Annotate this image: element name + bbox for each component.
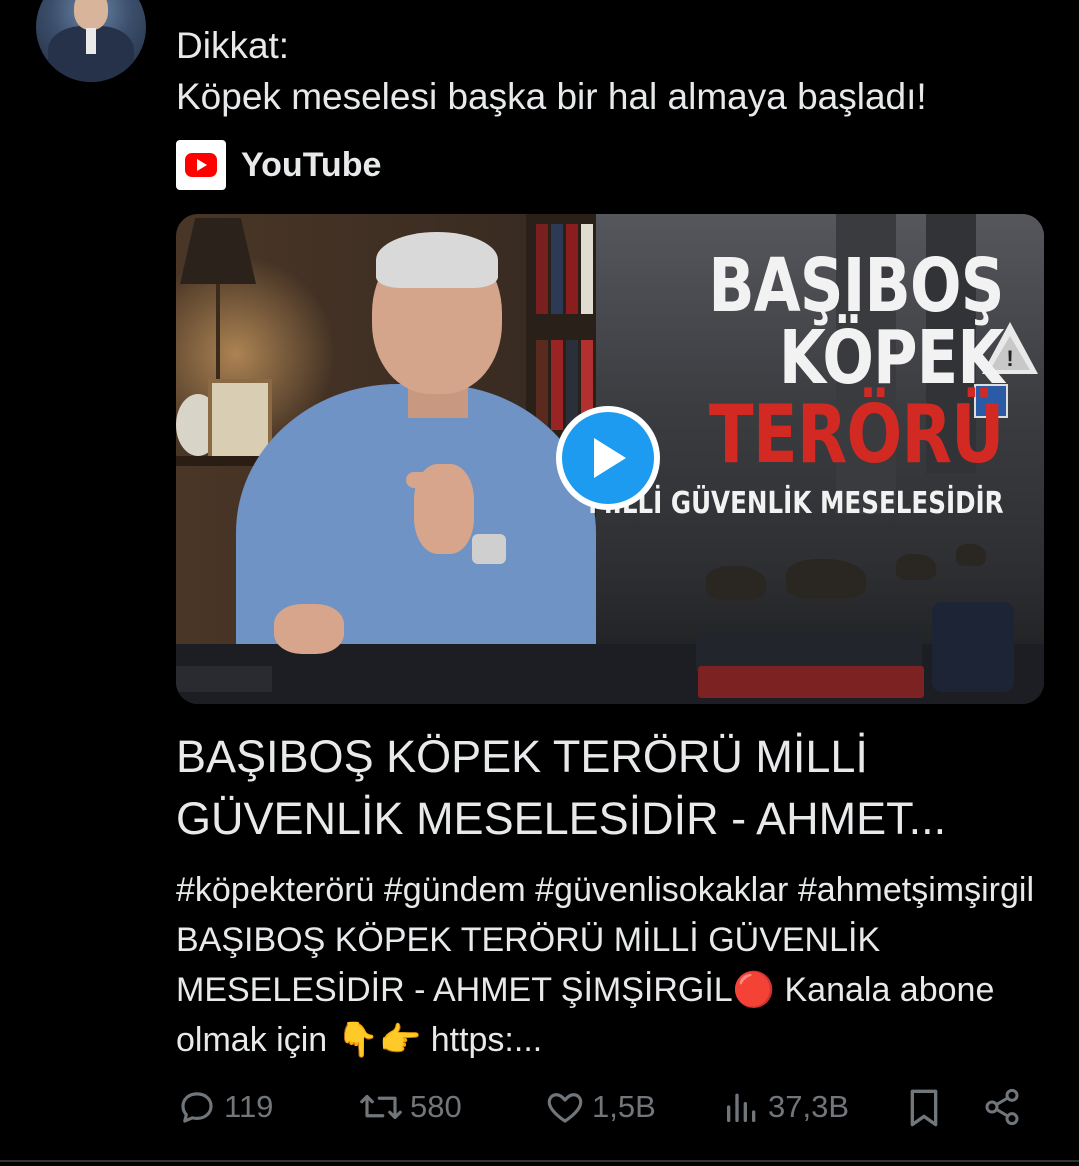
dog-silhouette [956,544,986,566]
video-thumbnail[interactable]: ! BAŞIBOŞ KÖPEK TERÖRÜ MİLLİ GÜVENLİK ME… [176,214,1044,704]
repost-button[interactable]: 580 [358,1086,462,1128]
youtube-icon [176,140,226,190]
tweet-text: Dikkat: Köpek meselesi başka bir hal alm… [176,25,927,117]
views-count: 37,3B [768,1089,850,1124]
card-title[interactable]: BAŞIBOŞ KÖPEK TERÖRÜ MİLLİ GÜVENLİK MESE… [176,726,1036,850]
watch [472,534,506,564]
presenter-hair [376,232,498,288]
heart-icon [547,1093,583,1123]
lamp-shade [180,218,256,284]
reply-icon [181,1092,213,1123]
play-button[interactable] [556,406,660,510]
notebook [176,666,272,692]
presenter-finger [406,472,462,488]
card-source[interactable]: YouTube [176,140,381,190]
dog-silhouette [706,566,766,600]
repost-icon [360,1094,402,1120]
desk-book [698,666,924,698]
play-icon [562,412,654,504]
reply-count: 119 [224,1089,274,1124]
bookmark-button[interactable] [904,1086,944,1130]
card-description: #köpekterörü #gündem #güvenlisokaklar #a… [176,871,1035,1059]
like-count: 1,5B [592,1089,656,1124]
avatar[interactable] [36,0,146,82]
share-button[interactable] [982,1086,1022,1128]
thumbnail-line-2: KÖPEK [779,315,1005,401]
bookmark-icon [910,1089,938,1127]
action-bar: 119 580 1,5B 37,3B [176,1086,1026,1136]
dog-silhouette [896,554,936,580]
share-icon [985,1088,1019,1126]
source-name: YouTube [241,145,382,184]
like-button[interactable]: 1,5B [544,1086,656,1128]
views-icon [727,1093,756,1122]
views-button[interactable]: 37,3B [722,1086,849,1128]
reply-button[interactable]: 119 [176,1086,273,1128]
avatar-tie [86,28,96,54]
thumbnail-line-4: MİLLİ GÜVENLİK MESELESİDİR [588,486,1004,521]
thumbnail-line-1: BAŞIBOŞ [708,243,1005,329]
divider [0,1160,1079,1162]
mug [932,602,1014,692]
dog-silhouette [786,559,866,599]
repost-count: 580 [410,1089,462,1124]
presenter-hand [274,604,344,654]
